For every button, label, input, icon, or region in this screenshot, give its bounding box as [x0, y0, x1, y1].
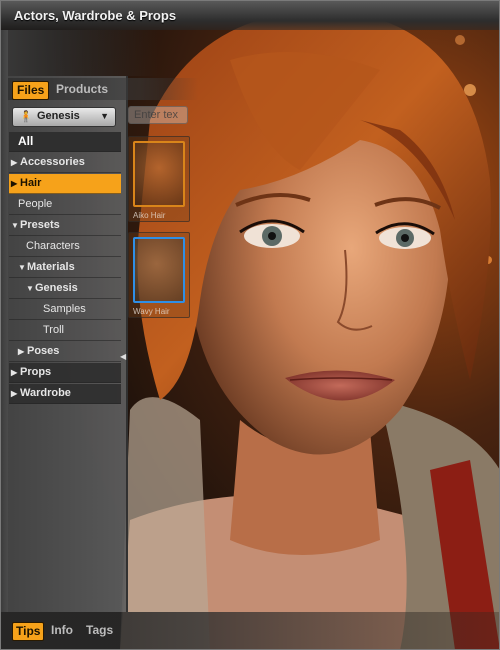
search-input[interactable]: Enter tex	[128, 106, 188, 124]
tree-item-accessories[interactable]: ▶ Accessories	[9, 153, 121, 173]
tab-products[interactable]: Products	[52, 81, 112, 98]
figure-icon: 🧍	[19, 111, 33, 123]
tree-item-label: Wardrobe	[20, 387, 71, 399]
tree-item-label: Poses	[27, 345, 60, 357]
tree-item-people[interactable]: People	[9, 195, 121, 215]
tree-item-label: Accessories	[20, 156, 85, 168]
chevron-down-icon: ▼	[100, 111, 109, 121]
toolbar-area	[8, 30, 158, 76]
tab-info[interactable]: Info	[48, 622, 76, 639]
figure-selector-value: Genesis	[37, 110, 80, 122]
pane-tabs: Files Products	[8, 78, 198, 100]
tree-item-label: Presets	[20, 219, 60, 231]
thumbnail-image	[133, 141, 185, 207]
tab-tips[interactable]: Tips	[12, 622, 45, 641]
title-bar: Actors, Wardrobe & Props	[0, 0, 500, 30]
tree-item-hair[interactable]: ▶ Hair	[9, 174, 121, 194]
tree-item-label: Materials	[27, 261, 75, 273]
caret-right-icon[interactable]: ▶	[11, 363, 20, 382]
left-edge	[0, 30, 8, 612]
tree-item-label: Props	[20, 366, 52, 378]
caret-down-icon[interactable]: ▼	[26, 279, 35, 298]
tree-item-label: Genesis	[35, 282, 78, 294]
tree-item-troll[interactable]: Troll	[9, 321, 121, 341]
window-title: Actors, Wardrobe & Props	[14, 8, 177, 23]
caret-down-icon[interactable]: ▼	[11, 216, 20, 235]
content-thumbnail[interactable]: Aiko Hair	[128, 136, 190, 222]
tab-tags[interactable]: Tags	[83, 622, 116, 639]
caret-right-icon[interactable]: ▶	[11, 384, 20, 403]
tree-item-presets[interactable]: ▼Presets	[9, 216, 121, 236]
content-thumbnail[interactable]: Wavy Hair	[128, 232, 190, 318]
bottom-tab-bar: Tips Info Tags	[0, 612, 500, 650]
thumbnail-caption: Wavy Hair	[133, 307, 170, 316]
tree-item-genesis[interactable]: ▼Genesis	[9, 279, 121, 299]
tree-item-props[interactable]: ▶ Props	[9, 363, 121, 383]
tree-item-all[interactable]: All	[9, 132, 121, 152]
thumbnail-image	[133, 237, 185, 303]
tree-item-label: Hair	[20, 177, 42, 189]
figure-selector[interactable]: 🧍 Genesis ▼	[12, 107, 116, 127]
tree-item-samples[interactable]: Samples	[9, 300, 121, 320]
caret-right-icon[interactable]: ▶	[11, 153, 20, 172]
category-tree: All ▶ Accessories ▶ Hair People ▼Presets C…	[9, 132, 121, 405]
tree-item-label: Samples	[43, 303, 86, 315]
tree-item-materials[interactable]: ▼Materials	[9, 258, 121, 278]
tree-item-label: Troll	[43, 324, 64, 336]
caret-right-icon[interactable]: ▶	[11, 174, 20, 193]
tree-item-poses[interactable]: ▶ Poses	[9, 342, 121, 362]
tree-item-wardrobe[interactable]: ▶ Wardrobe	[9, 384, 121, 404]
tree-item-label: People	[18, 198, 53, 210]
splitter-handle-icon[interactable]: ◀	[120, 352, 126, 361]
tree-item-label: All	[18, 134, 34, 148]
tree-item-characters[interactable]: Characters	[9, 237, 121, 257]
tree-item-label: Characters	[26, 240, 80, 252]
caret-down-icon[interactable]: ▼	[18, 258, 27, 277]
tab-files[interactable]: Files	[12, 81, 50, 100]
caret-right-icon[interactable]: ▶	[18, 342, 27, 361]
thumbnail-caption: Aiko Hair	[133, 211, 166, 220]
